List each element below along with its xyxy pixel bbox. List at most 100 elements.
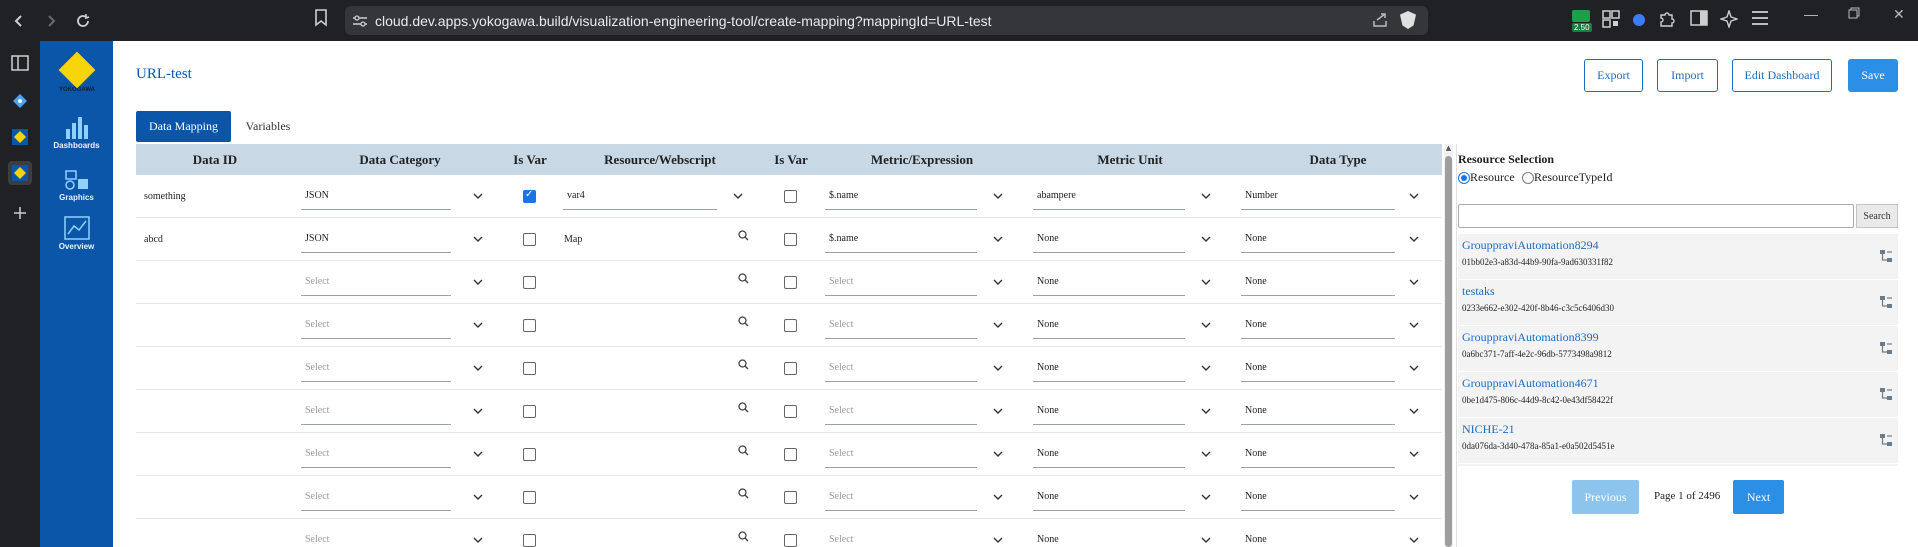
yokogawa-tab-icon[interactable] <box>8 125 32 149</box>
is-var-checkbox-2[interactable] <box>784 190 797 203</box>
radio-resource-label[interactable]: Resource <box>1470 170 1515 185</box>
data-type-select[interactable]: None <box>1241 526 1395 547</box>
metric-unit-select[interactable]: None <box>1033 440 1185 468</box>
blue-dot-extension-icon[interactable] <box>1632 13 1646 27</box>
chevron-down-icon[interactable] <box>1409 234 1419 244</box>
data-type-select[interactable]: Number <box>1241 182 1395 210</box>
data-category-select[interactable]: Select <box>301 526 451 547</box>
reload-icon[interactable] <box>70 8 96 34</box>
data-type-select[interactable]: None <box>1241 268 1395 296</box>
chevron-down-icon[interactable] <box>473 363 483 373</box>
extensions-puzzle-icon[interactable] <box>1658 10 1676 28</box>
is-var-checkbox-2[interactable] <box>784 276 797 289</box>
chevron-down-icon[interactable] <box>1201 320 1211 330</box>
chevron-down-icon[interactable] <box>1201 277 1211 287</box>
chevron-down-icon[interactable] <box>473 277 483 287</box>
chevron-down-icon[interactable] <box>1409 277 1419 287</box>
data-type-select[interactable]: None <box>1241 483 1395 511</box>
restore-icon[interactable] <box>1848 6 1860 22</box>
metric-unit-select[interactable]: None <box>1033 354 1185 382</box>
chevron-down-icon[interactable] <box>993 363 1003 373</box>
forward-icon[interactable] <box>38 8 64 34</box>
nav-item-graphics[interactable]: Graphics <box>44 167 109 202</box>
is-var-checkbox[interactable] <box>523 405 536 418</box>
hierarchy-icon[interactable] <box>1880 296 1892 311</box>
chevron-down-icon[interactable] <box>1201 191 1211 201</box>
metric-expression-select[interactable]: $.name <box>825 182 977 210</box>
pinned-app-icon[interactable] <box>8 89 32 113</box>
search-icon[interactable] <box>738 273 749 287</box>
resource-value[interactable]: Map <box>564 218 582 261</box>
search-icon[interactable] <box>738 531 749 545</box>
chevron-down-icon[interactable] <box>473 320 483 330</box>
hierarchy-icon[interactable] <box>1880 434 1892 449</box>
sidebar-toggle-icon[interactable] <box>1690 10 1708 26</box>
chevron-down-icon[interactable] <box>473 492 483 502</box>
scroll-up-icon[interactable]: ▲ <box>1444 144 1453 154</box>
metric-unit-select[interactable]: None <box>1033 526 1185 547</box>
list-item[interactable]: GrouppraviAutomation4671 0be1d475-806c-44… <box>1458 372 1898 418</box>
chevron-down-icon[interactable] <box>473 191 483 201</box>
radio-resource[interactable] <box>1458 172 1470 184</box>
metric-unit-select[interactable]: None <box>1033 225 1185 253</box>
data-category-select[interactable]: JSON <box>301 182 451 210</box>
metric-unit-select[interactable]: None <box>1033 397 1185 425</box>
metric-expression-select[interactable]: Select <box>825 526 977 547</box>
search-icon[interactable] <box>738 359 749 373</box>
data-category-select[interactable]: Select <box>301 397 451 425</box>
chevron-down-icon[interactable] <box>473 234 483 244</box>
resource-name-link[interactable]: testaks <box>1462 284 1495 299</box>
chevron-down-icon[interactable] <box>1201 406 1211 416</box>
list-item[interactable]: GrouppraviAutomation8294 01bb02e3-a83d-44… <box>1458 234 1898 280</box>
menu-icon[interactable] <box>1751 10 1769 26</box>
search-icon[interactable] <box>738 488 749 502</box>
is-var-checkbox-2[interactable] <box>784 448 797 461</box>
is-var-checkbox-2[interactable] <box>784 362 797 375</box>
is-var-checkbox[interactable] <box>523 534 536 547</box>
search-button[interactable]: Search <box>1856 204 1898 228</box>
metric-expression-select[interactable]: Select <box>825 440 977 468</box>
leo-ai-icon[interactable] <box>1720 10 1738 28</box>
is-var-checkbox-2[interactable] <box>784 405 797 418</box>
chevron-down-icon[interactable] <box>1409 449 1419 459</box>
is-var-checkbox[interactable] <box>523 276 536 289</box>
address-bar[interactable]: cloud.dev.apps.yokogawa.build/visualizat… <box>345 6 1428 35</box>
edit-dashboard-button[interactable]: Edit Dashboard <box>1732 59 1832 92</box>
chevron-down-icon[interactable] <box>993 492 1003 502</box>
chevron-down-icon[interactable] <box>993 449 1003 459</box>
is-var-checkbox-2[interactable] <box>784 233 797 246</box>
chevron-down-icon[interactable] <box>993 320 1003 330</box>
data-category-select[interactable]: Select <box>301 268 451 296</box>
radio-resource-type-id[interactable] <box>1522 172 1534 184</box>
is-var-checkbox[interactable] <box>523 362 536 375</box>
resource-name-link[interactable]: GrouppraviAutomation8399 <box>1462 330 1599 345</box>
brave-shield-icon[interactable] <box>1400 11 1416 29</box>
is-var-checkbox[interactable] <box>523 491 536 504</box>
metric-expression-select[interactable]: Select <box>825 483 977 511</box>
yokogawa-active-tab-icon[interactable] <box>8 161 32 185</box>
metric-unit-select[interactable]: None <box>1033 483 1185 511</box>
is-var-checkbox-2[interactable] <box>784 319 797 332</box>
list-item[interactable]: GrouppraviAutomation8399 0a6bc371-7aff-4e… <box>1458 326 1898 372</box>
nav-item-overview[interactable]: Overview <box>44 216 109 251</box>
data-category-select[interactable]: Select <box>301 354 451 382</box>
chevron-down-icon[interactable] <box>1409 492 1419 502</box>
chevron-down-icon[interactable] <box>1201 234 1211 244</box>
data-type-select[interactable]: None <box>1241 311 1395 339</box>
previous-button[interactable]: Previous <box>1572 480 1639 514</box>
sidebar-panel-icon[interactable] <box>8 51 32 75</box>
chevron-down-icon[interactable] <box>1409 535 1419 545</box>
chevron-down-icon[interactable] <box>1409 320 1419 330</box>
chevron-down-icon[interactable] <box>1201 535 1211 545</box>
is-var-checkbox-2[interactable] <box>784 534 797 547</box>
is-var-checkbox-2[interactable] <box>784 491 797 504</box>
hierarchy-icon[interactable] <box>1880 342 1892 357</box>
data-category-select[interactable]: JSON <box>301 225 451 253</box>
data-type-select[interactable]: None <box>1241 397 1395 425</box>
add-icon[interactable] <box>8 201 32 225</box>
is-var-checkbox[interactable] <box>523 233 536 246</box>
metric-expression-select[interactable]: Select <box>825 354 977 382</box>
qr-extension-icon[interactable] <box>1602 10 1620 28</box>
chevron-down-icon[interactable] <box>993 191 1003 201</box>
chevron-down-icon[interactable] <box>1201 492 1211 502</box>
